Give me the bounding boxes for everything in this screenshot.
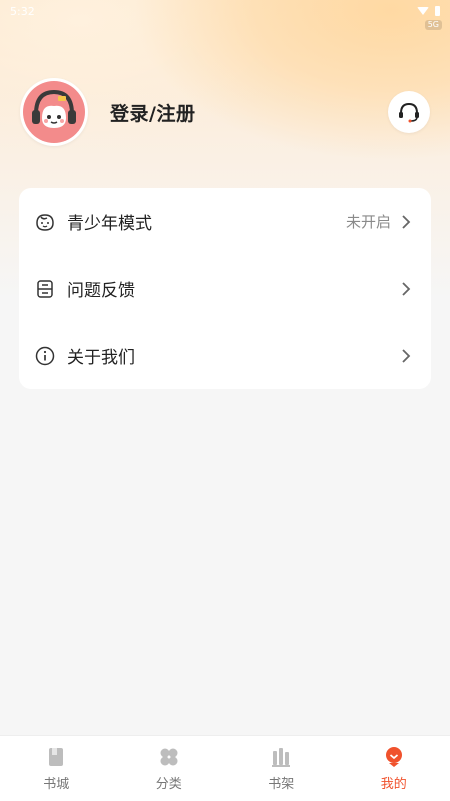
status-bar: 5:32 — [0, 0, 450, 22]
menu-item-feedback[interactable]: 问题反馈 — [19, 255, 431, 322]
menu-item-label: 青少年模式 — [67, 209, 346, 234]
feedback-icon — [34, 278, 56, 300]
face-icon — [34, 211, 56, 233]
tab-label: 我的 — [381, 773, 407, 792]
bookshelf-icon — [269, 745, 293, 769]
tab-bookshelf[interactable]: 书架 — [225, 736, 338, 801]
profile-section[interactable]: 登录/注册 — [20, 78, 195, 146]
status-icons — [417, 6, 440, 16]
menu-item-about-us[interactable]: 关于我们 — [19, 322, 431, 389]
category-icon — [157, 745, 181, 769]
book-icon — [44, 745, 68, 769]
avatar-illustration — [22, 80, 86, 144]
chevron-right-icon — [399, 282, 413, 296]
profile-icon — [382, 745, 406, 769]
tab-label: 分类 — [156, 773, 182, 792]
avatar[interactable] — [20, 78, 88, 146]
battery-icon — [435, 6, 440, 16]
menu-item-teen-mode[interactable]: 青少年模式 未开启 — [19, 188, 431, 255]
teen-mode-status: 未开启 — [346, 211, 391, 232]
tab-category[interactable]: 分类 — [113, 736, 226, 801]
tab-label: 书架 — [268, 773, 294, 792]
network-badge: 5G — [425, 20, 442, 30]
info-icon — [34, 345, 56, 367]
headset-icon — [396, 99, 422, 125]
customer-service-button[interactable] — [388, 91, 430, 133]
tab-bookstore[interactable]: 书城 — [0, 736, 113, 801]
tab-mine[interactable]: 我的 — [338, 736, 450, 801]
chevron-right-icon — [399, 215, 413, 229]
status-time: 5:32 — [10, 5, 35, 18]
chevron-right-icon — [399, 349, 413, 363]
settings-menu-card: 青少年模式 未开启 问题反馈 关于我们 — [19, 188, 431, 389]
wifi-icon — [417, 7, 429, 15]
menu-item-label: 问题反馈 — [67, 276, 399, 301]
bottom-tab-bar: 书城 分类 书架 — [0, 735, 450, 801]
menu-item-label: 关于我们 — [67, 343, 399, 368]
tab-label: 书城 — [43, 773, 69, 792]
login-register-link[interactable]: 登录/注册 — [110, 99, 195, 126]
